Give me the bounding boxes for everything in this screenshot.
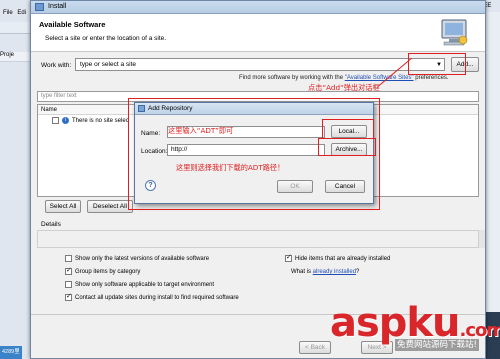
back-button[interactable]: < Back xyxy=(299,341,331,354)
menu-file[interactable]: File xyxy=(3,10,13,16)
select-all-button[interactable]: Select All xyxy=(45,200,81,213)
what-is-prefix: What is xyxy=(291,269,313,275)
latest-versions-label: Show only the latest versions of availab… xyxy=(75,256,210,263)
hide-installed-label: Hide items that are already installed xyxy=(295,256,391,263)
target-env-option[interactable]: Show only software applicable to target … xyxy=(65,281,214,290)
available-software-sites-link[interactable]: "Available Software Sites" xyxy=(345,75,414,81)
tree-row-label: There is no site selec xyxy=(72,118,129,125)
watermark-tagline: 免费网站源码下载站! xyxy=(395,339,479,351)
details-scrollbar[interactable] xyxy=(479,230,485,248)
group-by-category-label: Group items by category xyxy=(75,269,141,276)
banner-subtitle: Select a site or enter the location of a… xyxy=(45,35,167,42)
banner-title: Available Software xyxy=(39,20,106,29)
group-by-category-option[interactable]: Group items by category xyxy=(65,266,141,277)
add-button-highlight xyxy=(408,53,466,75)
group-by-category-checkbox[interactable] xyxy=(65,266,72,275)
tree-row[interactable]: i There is no site selec xyxy=(52,117,129,126)
add-hint-annotation: 点击“Add“弹出对话框 xyxy=(308,83,380,92)
watermark-brand-suffix: .com xyxy=(459,320,500,341)
latest-versions-option[interactable]: Show only the latest versions of availab… xyxy=(65,255,209,264)
work-with-value: type or select a site xyxy=(80,61,136,68)
archive-button-highlight xyxy=(318,138,376,156)
eclipse-right-panel xyxy=(484,12,500,312)
contact-sites-option[interactable]: Contact all update sites during install … xyxy=(65,292,239,303)
find-more-prefix: Find more software by working with the xyxy=(239,75,345,81)
work-with-label: Work with: xyxy=(41,62,72,69)
work-with-combo[interactable]: type or select a site ▼ xyxy=(75,58,445,71)
location-hint-annotation: 这里则选择我们下载的ADT路径！ xyxy=(176,163,285,172)
hide-installed-option[interactable]: Hide items that are already installed xyxy=(285,253,391,264)
install-wizard-icon xyxy=(441,19,468,46)
install-window-icon xyxy=(35,3,44,11)
what-is-suffix: ? xyxy=(356,269,360,275)
details-label: Details xyxy=(41,221,61,228)
target-env-label: Show only software applicable to target … xyxy=(75,282,215,289)
already-installed-link[interactable]: already installed xyxy=(313,269,356,275)
taskbar-status: 4289里 xyxy=(0,346,22,359)
install-title: Install xyxy=(48,3,67,10)
local-button-highlight xyxy=(322,119,374,139)
install-title-bar[interactable]: Install xyxy=(31,1,485,14)
target-env-checkbox[interactable] xyxy=(65,281,72,288)
tree-row-checkbox[interactable] xyxy=(52,117,59,124)
name-hint-annotation: 这里输入“ADT”即可 xyxy=(168,126,234,135)
details-area xyxy=(37,230,479,248)
contact-sites-label: Contact all update sites during install … xyxy=(75,295,239,302)
info-icon: i xyxy=(62,117,69,124)
find-more-suffix: preferences. xyxy=(413,75,449,81)
install-banner: Available Software Select a site or ente… xyxy=(31,14,485,52)
deselect-all-button[interactable]: Deselect All xyxy=(87,200,133,213)
already-installed-text: What is already installed? xyxy=(291,268,359,277)
contact-sites-checkbox[interactable] xyxy=(65,292,72,301)
latest-versions-checkbox[interactable] xyxy=(65,255,72,262)
hide-installed-checkbox[interactable] xyxy=(285,253,292,262)
find-more-text: Find more software by working with the "… xyxy=(239,75,449,81)
menu-edit[interactable]: Edi xyxy=(17,10,26,16)
